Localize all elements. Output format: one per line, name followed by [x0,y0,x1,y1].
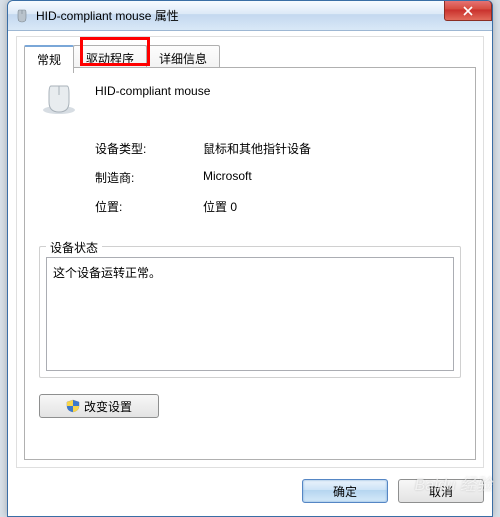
tab-panel-general: HID-compliant mouse 设备类型: 鼠标和其他指针设备 制造商:… [24,67,476,460]
shield-icon [66,399,80,413]
window-title: HID-compliant mouse 属性 [36,7,486,24]
device-status-text: 这个设备运转正常。 [53,266,161,280]
device-status-textarea[interactable]: 这个设备运转正常。 [46,257,454,371]
device-info: 设备类型: 鼠标和其他指针设备 制造商: Microsoft 位置: 位置 0 [95,140,311,227]
label-device-type: 设备类型: [95,140,203,157]
device-status-title: 设备状态 [46,239,102,256]
close-icon [463,6,473,16]
device-large-icon [39,82,79,116]
value-location: 位置 0 [203,198,237,215]
dialog-button-bar: 确定 取消 [16,474,484,508]
value-device-type: 鼠标和其他指针设备 [203,140,311,157]
properties-dialog: HID-compliant mouse 属性 常规 驱动程序 详细信息 HID-… [7,0,493,517]
value-manufacturer: Microsoft [203,169,252,186]
device-status-group: 设备状态 这个设备运转正常。 [39,246,461,378]
mouse-icon [14,8,30,24]
device-name: HID-compliant mouse [95,84,210,98]
cancel-button[interactable]: 取消 [398,479,484,503]
client-area: 常规 驱动程序 详细信息 HID-compliant mouse 设备类型: 鼠… [16,36,484,468]
titlebar[interactable]: HID-compliant mouse 属性 [8,1,492,31]
close-button[interactable] [444,1,492,21]
label-location: 位置: [95,198,203,215]
ok-button[interactable]: 确定 [302,479,388,503]
tab-general[interactable]: 常规 [24,45,74,73]
change-settings-button[interactable]: 改变设置 [39,394,159,418]
label-manufacturer: 制造商: [95,169,203,186]
